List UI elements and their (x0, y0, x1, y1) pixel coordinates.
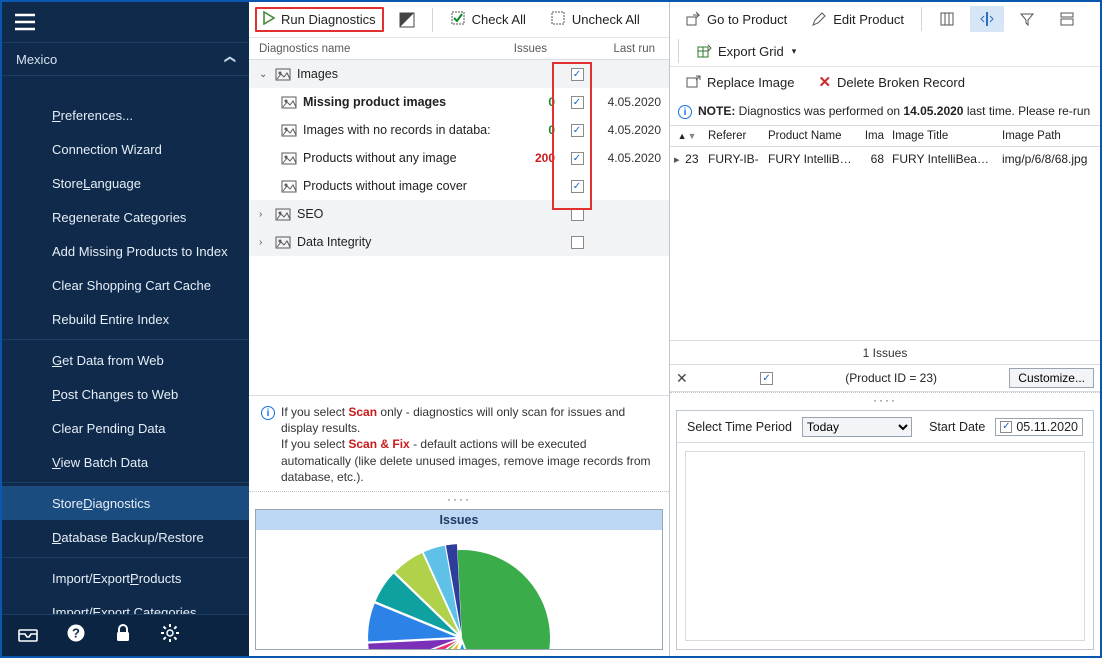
highlight-checkbox-col (552, 62, 592, 210)
images-icon (275, 66, 291, 82)
info-icon: i (261, 406, 275, 420)
store-selector[interactable]: Mexico ❮ (2, 42, 249, 76)
hamburger-menu[interactable] (2, 2, 249, 42)
nav-item-clear-shopping-cart-cache[interactable]: Clear Shopping Cart Cache (2, 268, 249, 302)
diag-item-products-without-image-cover[interactable]: Products without image cover (249, 172, 669, 200)
contrast-button[interactable] (390, 7, 424, 33)
nav-item-store-diagnostics[interactable]: Store Diagnostics (2, 486, 249, 520)
bottom-bar: ? (2, 614, 249, 656)
img-none-icon (281, 150, 297, 166)
filter-close[interactable]: ✕ (676, 370, 688, 387)
nav-item-import-export-categories[interactable]: Import/Export Categories (2, 595, 249, 614)
diagnostics-grid-header: Diagnostics name Issues Last run (249, 38, 669, 60)
filter-text: (Product ID = 23) (845, 371, 937, 385)
gear-icon[interactable] (160, 623, 180, 648)
issues-chart: Issues (255, 509, 663, 650)
seo-icon (275, 206, 291, 222)
nav-item-rebuild-entire-index[interactable]: Rebuild Entire Index (2, 302, 249, 336)
diag-group-seo[interactable]: ›SEO (249, 200, 669, 228)
caret-icon[interactable]: › (259, 209, 269, 220)
diag-item-missing-product-images[interactable]: Missing product images04.05.2020 (249, 88, 669, 116)
pager: 1 Issues (670, 340, 1100, 364)
chart-title: Issues (256, 510, 662, 530)
help-icon[interactable]: ? (66, 623, 86, 648)
diagnostics-toolbar: Run Diagnostics Check All Uncheck All (249, 2, 669, 38)
edit-product-button[interactable]: Edit Product (802, 6, 913, 32)
results-row[interactable]: ▸23 FURY-IB- FURY IntelliBeam™ 68 FURY I… (670, 147, 1100, 171)
goto-product-button[interactable]: Go to Product (676, 6, 796, 32)
start-date-input[interactable]: 05.11.2020 (995, 418, 1083, 436)
nav-item-clear-pending-data[interactable]: Clear Pending Data (2, 411, 249, 445)
results-toolbar-2: Replace Image ✕Delete Broken Record (670, 67, 1100, 97)
delete-broken-button[interactable]: ✕Delete Broken Record (809, 68, 973, 96)
detail-panel: Select Time Period Today Start Date 05.1… (676, 410, 1094, 650)
pie-chart (344, 530, 574, 650)
time-period-label: Select Time Period (687, 420, 792, 434)
run-diagnostics-button[interactable]: Run Diagnostics (255, 7, 384, 32)
nav-item-connection-wizard[interactable]: Connection Wizard (2, 132, 249, 166)
diagnostics-panel: Run Diagnostics Check All Uncheck All Di… (249, 2, 670, 656)
scan-note: i If you select Scan only - diagnostics … (249, 395, 669, 491)
checkall-icon (450, 10, 466, 29)
nav-item-preferences[interactable]: Preferences... (2, 98, 249, 132)
time-period-select[interactable]: Today (802, 417, 912, 437)
caret-icon[interactable]: ⌄ (259, 69, 269, 80)
data-icon (275, 234, 291, 250)
diag-item-images-with-no-records-in-databa[interactable]: Images with no records in databa:04.05.2… (249, 116, 669, 144)
diag-checkbox[interactable] (571, 236, 584, 249)
caret-icon[interactable]: › (259, 237, 269, 248)
sort-indicator[interactable]: ▲▼ (670, 131, 704, 141)
play-icon (263, 11, 275, 28)
uncheck-all-button[interactable]: Uncheck All (541, 5, 649, 34)
inbox-icon[interactable] (18, 624, 38, 647)
check-all-button[interactable]: Check All (441, 5, 535, 34)
results-toolbar: Go to Product Edit Product Export Grid▾ (670, 2, 1100, 67)
split-view-button[interactable] (970, 6, 1004, 32)
chevron-down-icon: ❮ (224, 54, 237, 63)
rerun-note: i NOTE: Diagnostics was performed on 14.… (670, 97, 1100, 125)
svg-text:?: ? (72, 626, 80, 641)
diag-group-images[interactable]: ⌄Images (249, 60, 669, 88)
store-name: Mexico (16, 52, 57, 67)
detail-body (685, 451, 1085, 641)
sidebar: Mexico ❮ Preferences...Connection Wizard… (2, 2, 249, 656)
nav-list: Preferences...Connection WizardStore Lan… (2, 76, 249, 614)
diag-item-products-without-any-image[interactable]: Products without any image2004.05.2020 (249, 144, 669, 172)
nav-item-post-changes-to-web[interactable]: Post Changes to Web (2, 377, 249, 411)
info-icon: i (678, 105, 692, 119)
nav-item-view-batch-data[interactable]: View Batch Data (2, 445, 249, 479)
nav-item-regenerate-categories[interactable]: Regenerate Categories (2, 200, 249, 234)
diag-group-data-integrity[interactable]: ›Data Integrity (249, 228, 669, 256)
columns-button[interactable] (930, 6, 964, 32)
filter-bar: ✕ (Product ID = 23) Customize... (670, 364, 1100, 392)
lock-icon[interactable] (114, 623, 132, 648)
diagnostics-tree: ⌄ImagesMissing product images04.05.2020I… (249, 60, 669, 256)
start-date-label: Start Date (929, 420, 985, 434)
filter-button[interactable] (1010, 6, 1044, 32)
filter-customize-button[interactable]: Customize... (1009, 368, 1094, 388)
filter-checkbox[interactable] (760, 372, 773, 385)
results-grid-header: ▲▼ Referer Product Name Ima Image Title … (670, 125, 1100, 147)
img-norec-icon (281, 122, 297, 138)
nav-item-import-export-products[interactable]: Import/Export Products (2, 561, 249, 595)
img-missing-icon (281, 94, 297, 110)
nav-item-database-backup-restore[interactable]: Database Backup/Restore (2, 520, 249, 554)
nav-item-get-data-from-web[interactable]: Get Data from Web (2, 343, 249, 377)
img-cover-icon (281, 178, 297, 194)
replace-image-button[interactable]: Replace Image (676, 69, 803, 95)
nav-item-store-language[interactable]: Store Language (2, 166, 249, 200)
results-panel: Go to Product Edit Product Export Grid▾ … (670, 2, 1100, 656)
splitter-right[interactable]: ···· (670, 392, 1100, 404)
splitter[interactable]: ···· (249, 491, 669, 503)
nav-item-add-missing-products-to-index[interactable]: Add Missing Products to Index (2, 234, 249, 268)
export-grid-button[interactable]: Export Grid▾ (687, 38, 805, 64)
uncheckall-icon (550, 10, 566, 29)
layout-button[interactable] (1050, 6, 1084, 32)
close-icon: ✕ (818, 73, 831, 91)
results-grid-body: ▸23 FURY-IB- FURY IntelliBeam™ 68 FURY I… (670, 147, 1100, 340)
